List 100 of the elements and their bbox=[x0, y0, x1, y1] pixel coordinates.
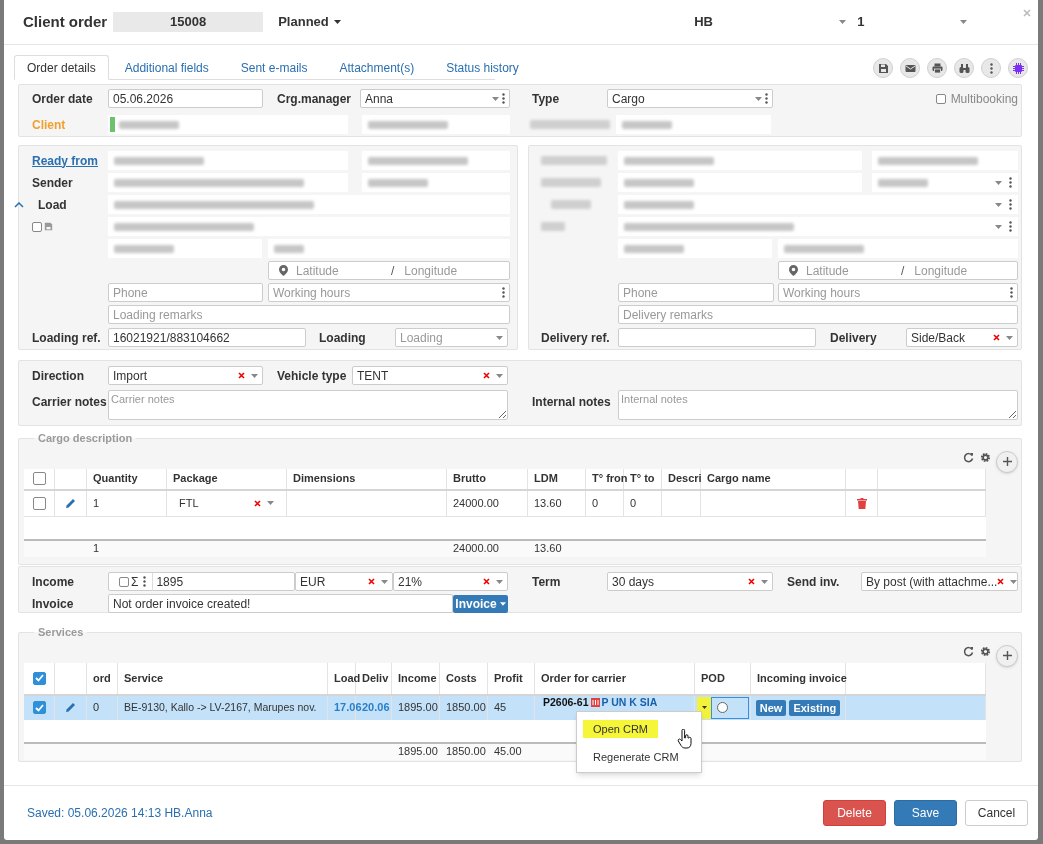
pencil-icon[interactable] bbox=[65, 702, 76, 713]
toolbar-button[interactable] bbox=[954, 58, 974, 78]
document-icon[interactable] bbox=[590, 697, 600, 707]
footer-button[interactable]: Delete bbox=[823, 800, 886, 826]
toolbar-button[interactable] bbox=[981, 58, 1001, 78]
latitude-field[interactable]: Latitude bbox=[296, 261, 391, 280]
more-icon[interactable] bbox=[1009, 199, 1012, 210]
checkbox[interactable] bbox=[32, 671, 46, 685]
input-field[interactable] bbox=[872, 173, 1018, 192]
existing-button[interactable]: Existing bbox=[789, 699, 841, 716]
clear-icon[interactable] bbox=[993, 334, 1000, 341]
pencil-icon[interactable] bbox=[65, 497, 76, 509]
remarks-field[interactable]: Loading remarks bbox=[108, 305, 510, 324]
input-field[interactable] bbox=[362, 151, 510, 170]
input-field[interactable] bbox=[268, 239, 510, 258]
menu-item[interactable]: Open CRM bbox=[583, 720, 659, 739]
amount-field[interactable]: Σ 1895 bbox=[108, 572, 295, 591]
coordinates-field[interactable]: Latitude / Longitude bbox=[778, 261, 1018, 280]
menu-item[interactable]: Regenerate CRM bbox=[583, 748, 689, 767]
input-field[interactable] bbox=[108, 173, 348, 192]
input-field[interactable] bbox=[108, 239, 262, 258]
checkbox[interactable] bbox=[32, 496, 46, 510]
select-field[interactable]: 21% bbox=[393, 572, 508, 591]
coordinates-field[interactable]: Latitude / Longitude bbox=[268, 261, 510, 280]
notes-field[interactable]: Carrier notes bbox=[108, 390, 508, 420]
clear-icon[interactable] bbox=[254, 499, 261, 507]
clear-icon[interactable] bbox=[238, 372, 245, 379]
more-icon[interactable] bbox=[1009, 177, 1012, 188]
longitude-field[interactable]: Longitude bbox=[404, 261, 509, 280]
toolbar-button[interactable] bbox=[873, 58, 893, 78]
clear-icon[interactable] bbox=[997, 578, 1005, 585]
add-button[interactable] bbox=[996, 450, 1018, 473]
toolbar-button[interactable] bbox=[900, 58, 920, 78]
input-field[interactable] bbox=[616, 115, 771, 134]
invoice-button[interactable]: Invoice bbox=[453, 594, 508, 613]
latitude-field[interactable]: Latitude bbox=[806, 261, 901, 280]
clear-icon[interactable] bbox=[748, 578, 755, 585]
select-field[interactable]: EUR bbox=[295, 572, 393, 591]
select-field[interactable]: TENT bbox=[352, 366, 508, 385]
tab[interactable]: Additional fields bbox=[112, 55, 221, 80]
input-field[interactable] bbox=[778, 239, 1018, 258]
input-field[interactable] bbox=[618, 217, 1018, 236]
toolbar-button[interactable] bbox=[927, 58, 947, 78]
checkbox[interactable] bbox=[32, 472, 46, 485]
longitude-field[interactable]: Longitude bbox=[914, 261, 1017, 280]
input-field[interactable] bbox=[618, 195, 1018, 214]
input-field[interactable] bbox=[362, 173, 510, 192]
refresh-icon[interactable] bbox=[963, 646, 974, 657]
map-pin-icon[interactable] bbox=[789, 265, 798, 276]
settings-icon[interactable] bbox=[980, 452, 991, 463]
input-field[interactable] bbox=[108, 115, 348, 134]
remarks-field[interactable]: Delivery remarks bbox=[618, 305, 1018, 324]
map-pin-icon[interactable] bbox=[279, 265, 288, 276]
more-icon[interactable] bbox=[502, 287, 505, 298]
checkbox[interactable] bbox=[935, 93, 946, 104]
more-icon[interactable] bbox=[143, 576, 147, 587]
input-field[interactable] bbox=[108, 151, 348, 170]
input-field[interactable] bbox=[618, 151, 862, 170]
clear-icon[interactable] bbox=[483, 372, 490, 379]
more-icon[interactable] bbox=[1009, 221, 1012, 232]
select-field[interactable]: Side/Back bbox=[906, 328, 1018, 347]
checkbox[interactable] bbox=[32, 701, 46, 714]
more-icon[interactable] bbox=[502, 93, 505, 104]
input-field[interactable] bbox=[362, 115, 510, 134]
amount-input[interactable]: 1895 bbox=[152, 572, 294, 591]
select-field[interactable]: Anna bbox=[360, 89, 510, 108]
footer-button[interactable]: Save bbox=[894, 800, 957, 826]
ready-from-link[interactable]: Ready from bbox=[32, 151, 108, 170]
chevron-up-icon[interactable] bbox=[14, 201, 24, 208]
phone-field[interactable]: Phone bbox=[108, 283, 263, 302]
clear-icon[interactable] bbox=[368, 578, 375, 585]
trash-icon[interactable] bbox=[856, 497, 867, 509]
input-field[interactable] bbox=[872, 151, 1018, 170]
reference-field[interactable] bbox=[618, 328, 816, 347]
select-field[interactable]: Cargo bbox=[607, 89, 773, 108]
save-icon[interactable] bbox=[44, 222, 53, 231]
clear-icon[interactable] bbox=[483, 578, 490, 585]
input-field[interactable] bbox=[108, 217, 510, 236]
input-field[interactable] bbox=[618, 173, 862, 192]
notes-field[interactable]: Internal notes bbox=[618, 390, 1018, 420]
pod-field[interactable] bbox=[711, 696, 749, 719]
refresh-icon[interactable] bbox=[963, 452, 974, 463]
more-icon[interactable] bbox=[1010, 287, 1013, 298]
invoice-field[interactable]: Not order invoice created! bbox=[108, 594, 453, 613]
settings-icon[interactable] bbox=[980, 646, 991, 657]
reference-field[interactable]: 16021921/883104662 bbox=[108, 328, 306, 347]
checkbox[interactable] bbox=[32, 221, 42, 232]
checkbox[interactable] bbox=[119, 576, 129, 587]
tab[interactable]: Attachment(s) bbox=[327, 55, 427, 80]
number-select[interactable]: 1 bbox=[857, 12, 968, 32]
tab[interactable]: Order details bbox=[14, 55, 109, 80]
sum-symbol[interactable]: Σ bbox=[131, 572, 139, 591]
toolbar-button[interactable] bbox=[1008, 58, 1028, 78]
more-icon[interactable] bbox=[765, 93, 768, 104]
tab[interactable]: Sent e-mails bbox=[228, 55, 320, 80]
status-dropdown[interactable]: Planned bbox=[278, 12, 341, 32]
input-field[interactable] bbox=[618, 239, 772, 258]
add-button[interactable] bbox=[996, 644, 1018, 667]
footer-button[interactable]: Cancel bbox=[965, 800, 1028, 826]
date-field[interactable]: 05.06.2026 bbox=[108, 89, 263, 108]
